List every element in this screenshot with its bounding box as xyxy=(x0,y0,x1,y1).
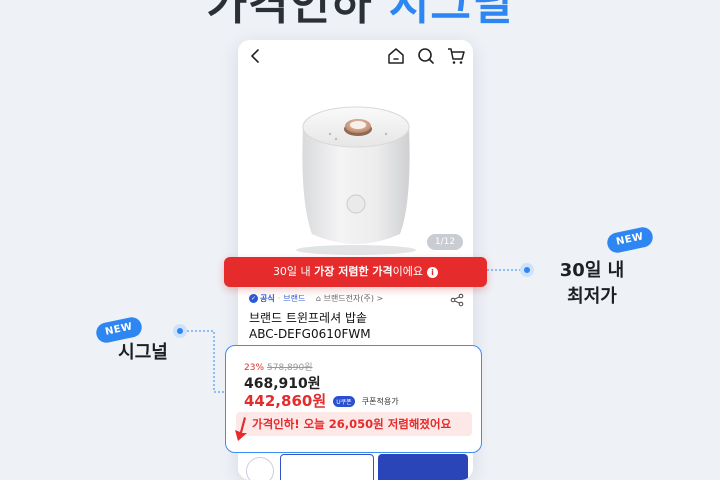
bottom-action-bar xyxy=(238,453,473,480)
verified-check-icon: ✓ xyxy=(249,294,258,303)
store-link[interactable]: ⌂ 브랜드전자(주) > xyxy=(316,294,383,303)
image-counter: 1/12 xyxy=(427,234,463,250)
headline-part1: 가격인하 xyxy=(206,0,373,30)
home-icon[interactable] xyxy=(386,46,406,66)
coupon-price: 442,860원 xyxy=(244,392,327,410)
callout-signal: 시그널 xyxy=(118,342,168,363)
headline: 가격인하 시그널 xyxy=(0,0,720,32)
cart-icon[interactable] xyxy=(446,46,466,66)
brand-badge: 브랜드 xyxy=(283,294,306,303)
banner-highlight: 가장 저렴한 가격 xyxy=(314,265,393,278)
wishlist-button[interactable] xyxy=(246,457,274,480)
coupon-label: 쿠폰적용가 xyxy=(361,397,399,406)
chevron-left-icon[interactable] xyxy=(246,46,266,66)
down-arrow-icon xyxy=(235,417,247,441)
store-icon: ⌂ xyxy=(315,294,321,303)
top-nav xyxy=(238,40,473,72)
original-price: 578,890원 xyxy=(267,363,313,373)
callout-lowest-price-line1: 30일 내 xyxy=(559,260,625,281)
share-icon[interactable] xyxy=(450,293,464,307)
banner-prefix: 30일 내 xyxy=(272,265,315,278)
product-model: ABC-DEFG0610FWM xyxy=(249,327,371,341)
official-badge: 공식 xyxy=(260,294,275,303)
discount-row: 23% 578,890원 xyxy=(244,360,313,373)
new-badge-right: NEW xyxy=(605,225,655,255)
callout-lowest-price-line2: 최저가 xyxy=(567,286,617,307)
product-name: 브랜드 트윈프레셔 밥솥 xyxy=(249,311,368,325)
price-highlight-box: 23% 578,890원 468,910원 442,860원 U쿠폰 쿠폰적용가 … xyxy=(225,345,482,453)
buy-button[interactable] xyxy=(378,454,468,480)
cart-button[interactable] xyxy=(280,454,374,480)
headline-part2: 시그널 xyxy=(388,0,514,30)
discount-percent: 23% xyxy=(244,363,265,373)
product-image-rice-cooker[interactable] xyxy=(238,72,473,257)
info-icon[interactable]: i xyxy=(427,266,439,278)
store-name: 브랜드전자(주) > xyxy=(323,294,384,303)
coupon-badge: U쿠폰 xyxy=(333,396,355,407)
coupon-price-row: 442,860원 U쿠폰 쿠폰적용가 xyxy=(244,390,399,411)
price-drop-text: 가격인하! 오늘 26,050원 저렴해졌어요 xyxy=(252,417,452,431)
search-icon[interactable] xyxy=(416,46,436,66)
callout-lowest-price: 30일 내 최저가 xyxy=(547,258,637,310)
banner-suffix: 이에요 xyxy=(392,265,424,278)
seller-badges: ✓ 공식 · 브랜드 ⌂ 브랜드전자(주) > xyxy=(249,294,384,303)
price-drop-alert: 가격인하! 오늘 26,050원 저렴해졌어요 xyxy=(236,412,472,436)
lowest-price-banner[interactable]: 30일 내 가장 저렴한 가격이에요 i xyxy=(224,257,487,287)
